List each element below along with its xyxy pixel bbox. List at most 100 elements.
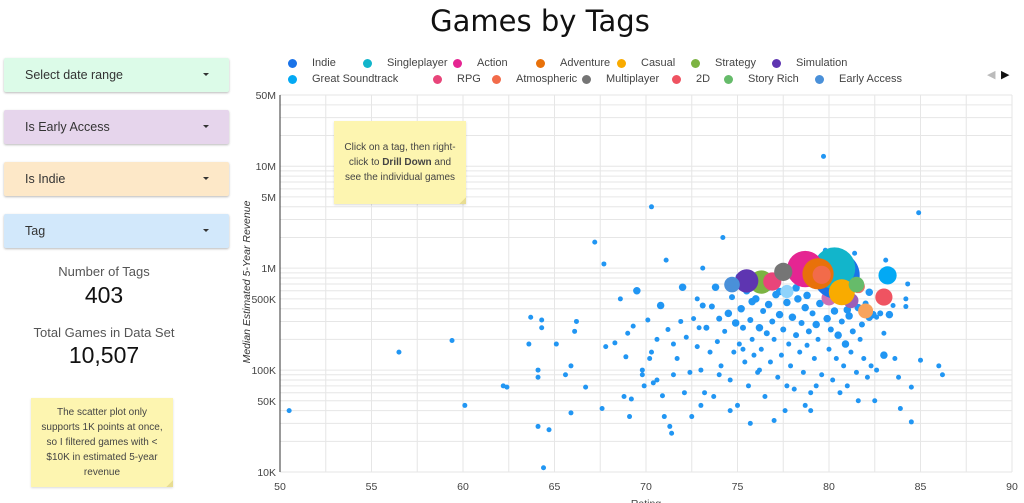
tag-point[interactable] — [858, 303, 874, 319]
data-point[interactable] — [573, 318, 579, 324]
data-point[interactable] — [699, 302, 706, 309]
legend-item-multiplayer[interactable]: Multiplayer — [582, 73, 659, 85]
data-point[interactable] — [819, 372, 825, 378]
data-point[interactable] — [698, 367, 704, 373]
data-point[interactable] — [568, 363, 574, 369]
data-point[interactable] — [755, 324, 764, 332]
data-point[interactable] — [896, 374, 902, 380]
data-point[interactable] — [698, 402, 704, 408]
data-point[interactable] — [731, 349, 737, 355]
data-point[interactable] — [771, 418, 777, 424]
data-point[interactable] — [641, 383, 647, 389]
legend-item-indie[interactable]: Indie — [288, 57, 336, 69]
data-point[interactable] — [648, 349, 654, 355]
data-point[interactable] — [849, 328, 856, 335]
legend-item-early-access[interactable]: Early Access — [815, 73, 902, 85]
data-point[interactable] — [449, 338, 455, 344]
data-point[interactable] — [711, 283, 720, 291]
data-point[interactable] — [683, 334, 689, 340]
data-point[interactable] — [669, 430, 675, 436]
data-point[interactable] — [872, 398, 878, 404]
data-point[interactable] — [908, 419, 914, 425]
data-point[interactable] — [541, 465, 547, 471]
data-point[interactable] — [735, 402, 740, 408]
data-point[interactable] — [881, 330, 887, 336]
data-point[interactable] — [654, 336, 660, 342]
legend-item-action[interactable]: Action — [453, 57, 508, 69]
data-point[interactable] — [286, 408, 292, 414]
data-point[interactable] — [800, 369, 806, 375]
data-point[interactable] — [813, 383, 819, 389]
data-point[interactable] — [908, 384, 914, 390]
data-point[interactable] — [841, 340, 850, 348]
data-point[interactable] — [661, 414, 667, 420]
data-point[interactable] — [821, 153, 827, 159]
data-point[interactable] — [727, 408, 733, 414]
data-point[interactable] — [612, 340, 618, 346]
legend-prev-icon[interactable]: ◀ — [987, 68, 995, 81]
data-point[interactable] — [645, 317, 651, 323]
data-point[interactable] — [841, 363, 847, 369]
tag-point-great-soundtrack[interactable] — [878, 266, 897, 285]
data-point[interactable] — [572, 328, 578, 334]
data-point[interactable] — [539, 325, 545, 331]
data-point[interactable] — [739, 324, 746, 331]
data-point[interactable] — [665, 327, 671, 333]
data-point[interactable] — [694, 296, 700, 302]
legend-item-great-soundtrack[interactable]: Great Soundtrack — [288, 73, 398, 85]
data-point[interactable] — [802, 402, 808, 408]
data-point[interactable] — [696, 325, 702, 331]
data-point[interactable] — [788, 363, 794, 369]
data-point[interactable] — [853, 369, 859, 375]
data-point[interactable] — [864, 374, 870, 380]
data-point[interactable] — [625, 330, 631, 336]
data-point[interactable] — [838, 318, 845, 325]
data-point[interactable] — [633, 287, 641, 295]
legend-item-atmospheric[interactable]: Atmospheric — [492, 73, 577, 85]
data-point[interactable] — [939, 372, 945, 378]
data-point[interactable] — [837, 390, 843, 396]
data-point[interactable] — [694, 344, 700, 350]
data-point[interactable] — [583, 384, 589, 390]
data-point[interactable] — [678, 283, 687, 291]
data-point[interactable] — [848, 349, 854, 355]
data-point[interactable] — [801, 303, 809, 312]
data-point[interactable] — [628, 396, 634, 402]
data-point[interactable] — [855, 398, 861, 404]
data-point[interactable] — [526, 341, 532, 347]
data-point[interactable] — [783, 298, 791, 307]
data-point[interactable] — [736, 341, 742, 347]
data-point[interactable] — [711, 394, 717, 400]
data-point[interactable] — [794, 295, 802, 303]
tag-point-story-rich[interactable] — [848, 276, 865, 293]
data-point[interactable] — [861, 355, 867, 361]
data-point[interactable] — [780, 326, 787, 333]
data-point[interactable] — [528, 314, 534, 320]
data-point[interactable] — [654, 377, 660, 383]
data-point[interactable] — [639, 372, 645, 378]
data-point[interactable] — [760, 307, 767, 314]
tag-point-2d[interactable] — [875, 288, 893, 306]
data-point[interactable] — [742, 359, 748, 365]
data-point[interactable] — [885, 310, 894, 319]
data-point[interactable] — [627, 414, 633, 420]
data-point[interactable] — [396, 349, 402, 355]
data-point[interactable] — [718, 363, 724, 369]
data-point[interactable] — [808, 408, 814, 414]
data-point[interactable] — [639, 367, 645, 373]
data-point[interactable] — [702, 390, 708, 396]
data-point[interactable] — [708, 303, 715, 310]
data-point[interactable] — [553, 341, 559, 347]
data-point[interactable] — [707, 349, 713, 355]
data-point[interactable] — [678, 318, 684, 324]
data-point[interactable] — [716, 372, 722, 378]
data-point[interactable] — [771, 336, 777, 342]
data-point[interactable] — [724, 309, 733, 318]
data-point[interactable] — [599, 405, 605, 411]
data-point[interactable] — [648, 204, 654, 210]
data-point[interactable] — [703, 324, 710, 331]
tag-point[interactable] — [780, 284, 794, 299]
data-point[interactable] — [865, 288, 874, 297]
data-point[interactable] — [880, 351, 888, 359]
data-point[interactable] — [815, 336, 821, 342]
